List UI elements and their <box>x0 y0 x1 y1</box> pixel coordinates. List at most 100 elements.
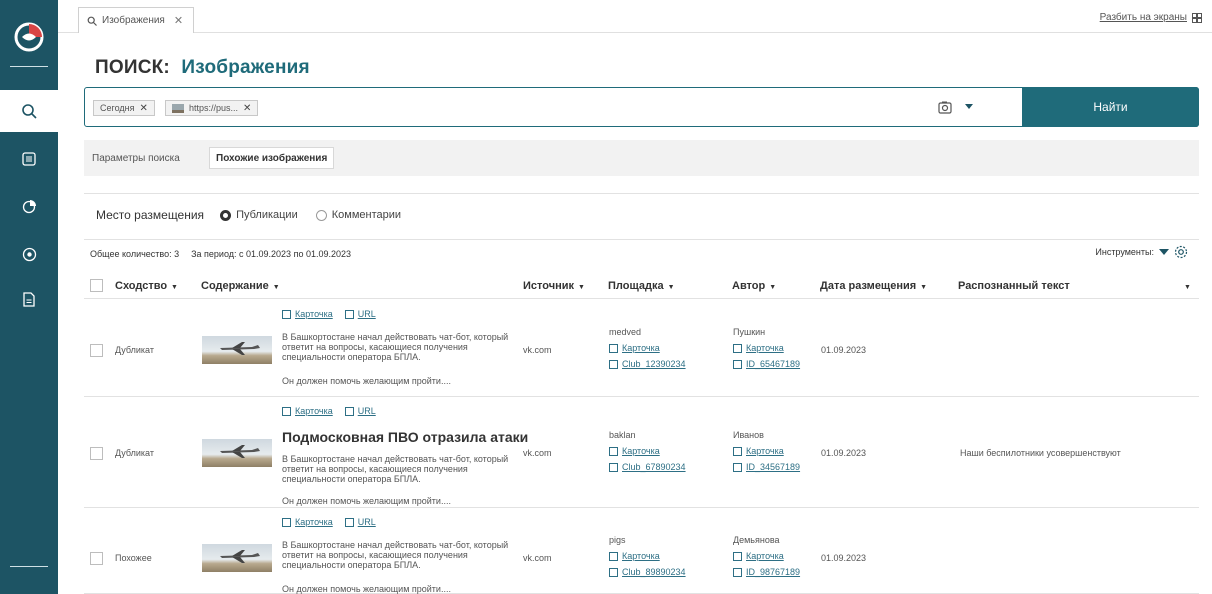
placement-filter: Место размещения Публикации Комментарии <box>96 208 401 222</box>
sidebar-item-analytics[interactable] <box>0 185 58 227</box>
tools-menu[interactable]: Инструменты: <box>1095 245 1188 259</box>
tools-label: Инструменты: <box>1095 247 1154 257</box>
search-bar[interactable]: Сегодня ✕ https://pus... ✕ Найти <box>84 87 1199 127</box>
column-header-similarity[interactable]: Сходство ▼ <box>115 280 178 292</box>
similarity-value: Дубликат <box>115 448 154 458</box>
filter-chip-date[interactable]: Сегодня ✕ <box>93 100 155 116</box>
drone-thumbnail[interactable] <box>202 439 272 467</box>
sidebar <box>0 0 58 594</box>
platform-name: medved <box>609 327 642 337</box>
author-card-link[interactable]: Карточка <box>733 446 784 456</box>
post-text: В Башкортостане начал действовать чат-бо… <box>282 540 509 570</box>
sidebar-item-search[interactable] <box>0 90 58 132</box>
card-link[interactable]: Карточка <box>282 309 333 319</box>
total-count: Общее количество: 3 <box>90 249 180 259</box>
tab-search-params[interactable]: Параметры поиска <box>86 147 186 169</box>
find-button[interactable]: Найти <box>1022 87 1199 127</box>
column-header-source[interactable]: Источник ▼ <box>523 280 585 292</box>
divider <box>84 193 1199 194</box>
column-header-date[interactable]: Дата размещения ▼ <box>820 280 927 292</box>
platform-id-link[interactable]: Club_12390234 <box>609 359 686 369</box>
card-link[interactable]: Карточка <box>282 517 333 527</box>
platform-card-link[interactable]: Карточка <box>609 551 660 561</box>
url-link[interactable]: URL <box>344 517 376 527</box>
drone-image-icon <box>220 445 260 458</box>
sidebar-item-documents[interactable] <box>0 278 58 320</box>
chevron-down-icon[interactable] <box>964 102 974 112</box>
pie-chart-icon <box>22 199 36 213</box>
author-id-link[interactable]: ID_98767189 <box>733 567 800 577</box>
row-checkbox[interactable] <box>90 344 103 357</box>
column-header-content[interactable]: Содержание ▼ <box>201 280 280 292</box>
post-text: В Башкортостане начал действовать чат-бо… <box>282 454 509 484</box>
placement-label: Место размещения <box>96 208 205 222</box>
split-screens-label: Разбить на экраны <box>1099 12 1187 23</box>
platform-card-link[interactable]: Карточка <box>609 446 660 456</box>
split-screens-link[interactable]: Разбить на экраны <box>1100 12 1202 23</box>
close-icon[interactable]: ✕ <box>174 14 183 27</box>
author-id-link[interactable]: ID_65467189 <box>733 359 800 369</box>
table-row[interactable]: Дубликат Карточка URL В Башкортостане на… <box>84 300 1199 397</box>
row-checkbox[interactable] <box>90 552 103 565</box>
period-range: За период: с 01.09.2023 по 01.09.2023 <box>191 249 351 259</box>
close-icon[interactable]: ✕ <box>243 103 251 114</box>
column-header-author[interactable]: Автор ▼ <box>732 280 776 292</box>
card-link[interactable]: Карточка <box>282 406 333 416</box>
grid-icon <box>1192 12 1202 23</box>
post-text: В Башкортостане начал действовать чат-бо… <box>282 332 509 362</box>
url-link[interactable]: URL <box>344 309 376 319</box>
url-link[interactable]: URL <box>344 406 376 416</box>
platform-id-link[interactable]: Club_89890234 <box>609 567 686 577</box>
search-icon <box>87 16 97 26</box>
chevron-down-icon[interactable]: ▼ <box>1180 280 1191 292</box>
radio-label: Публикации <box>236 209 298 221</box>
date-value: 01.09.2023 <box>821 553 867 563</box>
close-icon[interactable]: ✕ <box>140 103 148 114</box>
row-checkbox[interactable] <box>90 447 103 460</box>
radio-selected-icon <box>220 209 232 221</box>
select-all-checkbox[interactable] <box>90 279 103 292</box>
gear-icon[interactable] <box>1174 245 1188 259</box>
drone-thumbnail[interactable] <box>202 544 272 572</box>
recognized-text-value: Наши беспилотники усовершенствуют <box>960 448 1121 458</box>
tab-images[interactable]: Изображения ✕ <box>78 7 195 33</box>
source-value: vk.com <box>523 553 552 563</box>
radio-publications[interactable]: Публикации <box>220 209 298 221</box>
author-name: Демьянова <box>733 535 780 545</box>
platform-name: pigs <box>609 535 626 545</box>
tab-label: Изображения <box>102 15 165 26</box>
platform-id-link[interactable]: Club_67890234 <box>609 462 686 472</box>
similarity-value: Похожее <box>115 553 152 563</box>
table-row[interactable]: Дубликат Карточка URL Подмосковная ПВО о… <box>84 397 1199 508</box>
logo-icon <box>14 22 44 52</box>
column-header-recognized-text[interactable]: Распознанный текст <box>958 280 1070 292</box>
author-card-link[interactable]: Карточка <box>733 551 784 561</box>
page-title-prefix: ПОИСК: <box>95 57 170 78</box>
camera-icon[interactable] <box>938 101 952 114</box>
page-title: ПОИСК: Изображения <box>95 57 310 79</box>
author-card-link[interactable]: Карточка <box>733 343 784 353</box>
source-value: vk.com <box>523 448 552 458</box>
radio-label: Комментарии <box>331 209 402 221</box>
radio-comments[interactable]: Комментарии <box>315 209 402 221</box>
divider <box>84 239 1199 240</box>
author-name: Иванов <box>733 430 764 440</box>
post-more: Он должен помочь желающим пройти.... <box>282 584 451 594</box>
author-id-link[interactable]: ID_34567189 <box>733 462 800 472</box>
column-header-platform[interactable]: Площадка ▼ <box>608 280 675 292</box>
filter-chip-image[interactable]: https://pus... ✕ <box>165 100 259 116</box>
results-stats: Общее количество: 3 За период: с 01.09.2… <box>90 249 351 259</box>
sidebar-item-list[interactable] <box>0 138 58 180</box>
platform-card-link[interactable]: Карточка <box>609 343 660 353</box>
search-subtabs: Параметры поиска Похожие изображения <box>84 140 1199 176</box>
tab-similar-images[interactable]: Похожие изображения <box>209 147 335 169</box>
date-value: 01.09.2023 <box>821 448 867 458</box>
post-more: Он должен помочь желающим пройти.... <box>282 376 451 386</box>
eye-icon <box>22 247 36 261</box>
similarity-value: Дубликат <box>115 345 154 355</box>
sidebar-item-monitoring[interactable] <box>0 233 58 275</box>
table-row[interactable]: Похожее Карточка URL В Башкортостане нач… <box>84 508 1199 594</box>
list-icon <box>22 152 36 166</box>
platform-name: baklan <box>609 430 636 440</box>
drone-thumbnail[interactable] <box>202 336 272 364</box>
